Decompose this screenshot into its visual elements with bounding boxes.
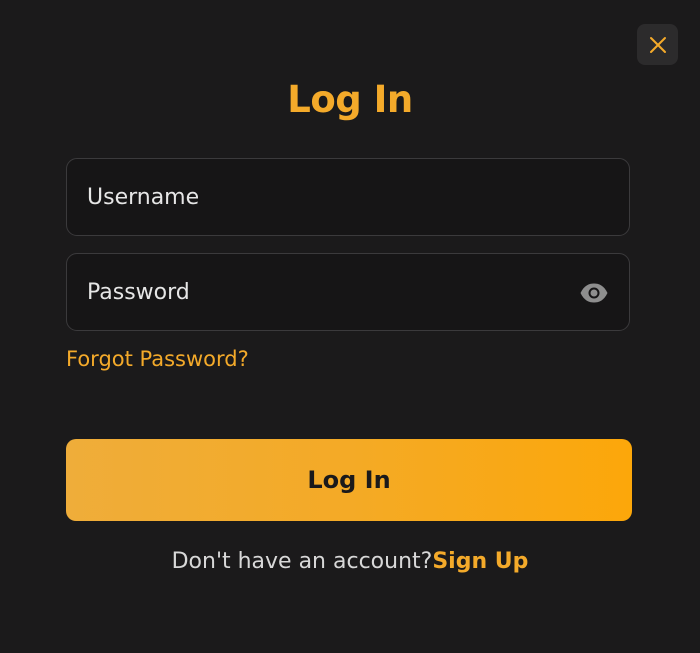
- login-button[interactable]: Log In: [66, 439, 632, 521]
- password-field-wrapper: [66, 253, 630, 331]
- close-button[interactable]: [637, 24, 678, 65]
- username-input[interactable]: [67, 159, 629, 235]
- forgot-password-link[interactable]: Forgot Password?: [66, 343, 249, 375]
- page-title: Log In: [287, 78, 413, 121]
- signup-prompt-text: Don't have an account?: [171, 549, 433, 574]
- login-modal: Log In Forgot Password? Log In Don't hav…: [0, 0, 700, 653]
- close-icon: [649, 36, 666, 53]
- username-field-wrapper: [66, 158, 630, 236]
- signup-link[interactable]: Sign Up: [432, 549, 528, 574]
- password-input[interactable]: [67, 254, 629, 330]
- toggle-password-visibility-button[interactable]: [579, 280, 609, 306]
- eye-icon: [580, 283, 608, 303]
- signup-prompt-row: Don't have an account?Sign Up: [0, 546, 700, 578]
